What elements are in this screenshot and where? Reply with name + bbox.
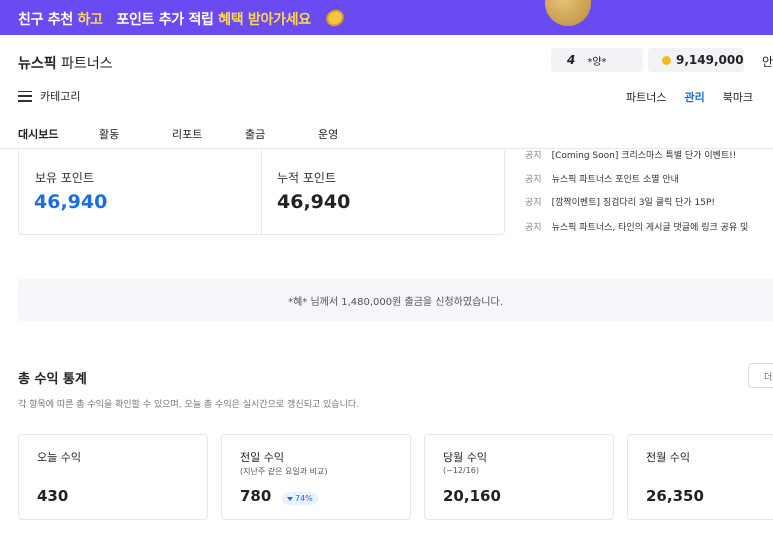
banner-text-part4: 혜택 받아가세요 [218, 12, 311, 28]
stat-card-label: 오늘 수익 [37, 451, 81, 464]
stat-card-sub: (~12/16) [443, 466, 479, 475]
dashboard-tabs: 대시보드 활동 리포트 출금 운영 [18, 126, 378, 142]
held-points-label: 보유 포인트 [35, 171, 95, 185]
stat-card-this-month: 당월 수익 (~12/16) 20,160 [424, 434, 614, 520]
notice-text: [Coming Soon] 크리스마스 특별 단가 이벤트!! [551, 151, 737, 161]
notice-tag: 공지 [525, 175, 542, 185]
category-label: 카테고리 [40, 90, 81, 103]
withdraw-notice-text: *혜* 님께서 1,480,000원 출금을 신청하였습니다. [288, 297, 503, 308]
banner-text-part3: 포인트 추가 적립 [116, 12, 214, 28]
notice-text: [깜짝이벤트] 징검다리 3일 클릭 단가 15P! [551, 198, 716, 208]
total-points-label: 누적 포인트 [277, 171, 337, 185]
notice-tag: 공지 [525, 223, 542, 233]
total-points-value: 46,940 [277, 191, 351, 213]
more-button[interactable]: 더 [748, 363, 773, 388]
coin-icon [323, 6, 347, 30]
points-balance[interactable]: 9,149,000 [648, 48, 744, 72]
user-profile[interactable]: 4 *양* [551, 48, 643, 72]
banner-text-part2: 하고 [77, 12, 103, 28]
points-balance-value: 9,149,000 [676, 53, 744, 67]
stat-card-sub: (지난주 같은 요일과 비교) [240, 467, 328, 476]
brand-name-rest: 파트너스 [56, 56, 113, 72]
category-menu[interactable]: 카테고리 [18, 88, 80, 104]
promo-banner-text: 친구 추천 하고 포인트 추가 적립 혜택 받아가세요 [18, 9, 311, 29]
change-badge: 74% [282, 492, 318, 505]
coin-illustration-icon [545, 0, 591, 26]
stats-title: 총 수익 통계 [18, 372, 87, 387]
held-points-value: 46,940 [34, 191, 108, 213]
tab-operation[interactable]: 운영 [318, 126, 378, 142]
top-nav: 파트너스 관리 북마크 [626, 89, 753, 105]
hamburger-menu-icon [18, 90, 32, 102]
topnav-bookmark[interactable]: 북마크 [723, 89, 753, 105]
stat-card-value: 26,350 [646, 487, 704, 505]
withdraw-notice-bar: *혜* 님께서 1,480,000원 출금을 신청하였습니다. [18, 279, 773, 321]
notice-tag: 공지 [525, 151, 542, 161]
notice-item[interactable]: 공지 [Coming Soon] 크리스마스 특별 단가 이벤트!! [525, 148, 736, 161]
stat-card-label: 전일 수익 [240, 451, 284, 464]
user-level: 4 [567, 53, 576, 67]
coin-icon [662, 55, 671, 65]
stat-card-value: 430 [37, 487, 69, 505]
arrow-down-icon [287, 496, 293, 501]
tab-activity[interactable]: 활동 [99, 126, 172, 142]
tab-report[interactable]: 리포트 [172, 126, 245, 142]
stat-card-last-month: 전월 수익 26,350 [627, 434, 773, 520]
topnav-manage[interactable]: 관리 [684, 89, 704, 105]
notice-tag: 공지 [525, 198, 542, 208]
topnav-partners[interactable]: 파트너스 [626, 89, 666, 105]
header-right-link[interactable]: 안 [762, 53, 773, 70]
tab-dashboard[interactable]: 대시보드 [18, 126, 99, 142]
stat-card-label: 당월 수익 [443, 451, 487, 464]
change-badge-value: 74% [295, 494, 313, 503]
notice-text: 뉴스픽 파트너스 포인트 소멸 안내 [551, 175, 679, 185]
brand-name-bold: 뉴스픽 [18, 56, 57, 72]
stat-card-label: 전월 수익 [646, 451, 690, 464]
user-name: *양* [587, 56, 607, 68]
stat-card-value: 20,160 [443, 487, 501, 505]
notice-item[interactable]: 공지 뉴스픽 파트너스, 타인의 게시글 댓글에 링크 공유 및 [525, 220, 748, 233]
stats-description: 각 항목에 따른 총 수익을 확인할 수 있으며, 오늘 총 수익은 실시간으로… [18, 400, 359, 410]
stat-card-value: 780 [240, 487, 272, 505]
stat-card-yesterday: 전일 수익 (지난주 같은 요일과 비교) 780 74% [221, 434, 411, 520]
stat-card-today: 오늘 수익 430 [18, 434, 208, 520]
tab-withdraw[interactable]: 출금 [245, 126, 318, 142]
promo-banner[interactable]: 친구 추천 하고 포인트 추가 적립 혜택 받아가세요 [0, 0, 773, 35]
notice-item[interactable]: 공지 뉴스픽 파트너스 포인트 소멸 안내 [525, 172, 679, 185]
brand-logo[interactable]: 뉴스픽 파트너스 [18, 53, 113, 73]
banner-text-part1: 친구 추천 [18, 12, 73, 28]
points-card-divider [261, 150, 262, 235]
notice-text: 뉴스픽 파트너스, 타인의 게시글 댓글에 링크 공유 및 [551, 223, 749, 233]
notice-item[interactable]: 공지 [깜짝이벤트] 징검다리 3일 클릭 단가 15P! [525, 195, 715, 208]
